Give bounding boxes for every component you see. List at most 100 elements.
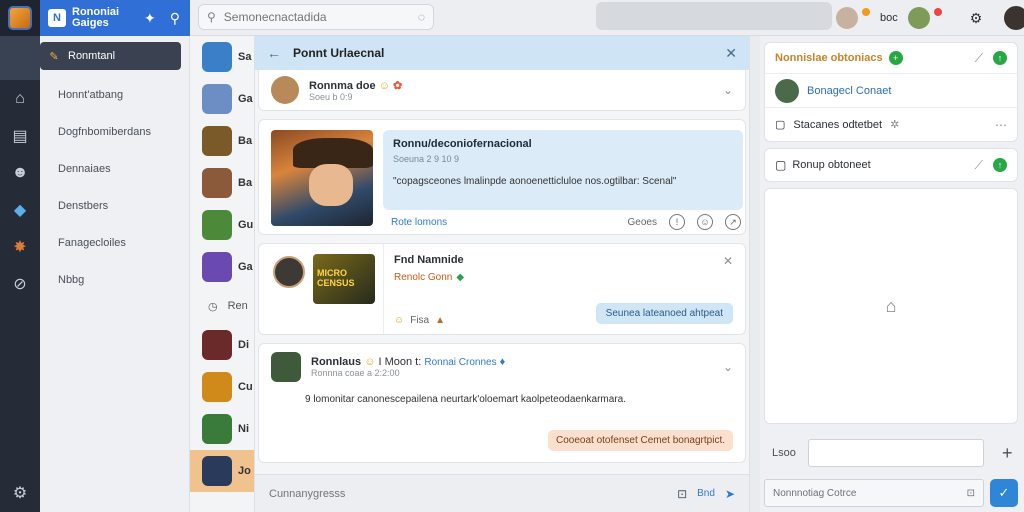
find-subtitle: Renolc Gonn ◆	[394, 272, 465, 283]
search-icon: ⚲	[207, 10, 216, 24]
find-action-button[interactable]: Seunea lateanoed ahtpeat	[595, 303, 733, 324]
rail-list-icon[interactable]: ▤	[0, 117, 40, 154]
bubble-meta: Soeuna 2 9 10 9	[393, 154, 460, 164]
menu-item-3[interactable]: Dennaiaes	[40, 150, 189, 187]
note-input[interactable]: Nonnnotiag Cotrce ⊡	[764, 479, 984, 507]
find-title: Fnd Namnide	[394, 254, 464, 266]
chat-bubble-icon: ⌂	[885, 295, 897, 316]
menu-item-6[interactable]: Nbbg	[40, 261, 189, 298]
bubble-title: Ronnu/deconiofernacional	[393, 138, 532, 150]
menu-item-1[interactable]: Honnt'atbang	[40, 76, 189, 113]
list-item[interactable]: Sa	[190, 36, 254, 78]
find-foot-label: Fisa	[410, 315, 430, 326]
emoji-icon[interactable]: ☺	[697, 214, 713, 230]
left-rail: ⌂ ▤ ☻ ◆ ✸ ⊘ ⚙	[0, 36, 40, 512]
puzzle-icon[interactable]: ✦	[144, 10, 156, 27]
toolbar-strip	[596, 2, 832, 30]
message-bubble: Ronnu/deconiofernacional Soeuna 2 9 10 9…	[383, 130, 743, 210]
list-item[interactable]: Di	[190, 324, 254, 366]
profile-avatar[interactable]	[907, 7, 930, 29]
list-item[interactable]: Jo	[190, 450, 254, 492]
list-item[interactable]: Ni	[190, 408, 254, 450]
post-card: Ronnma doe ☺ ✿ Soeu b 0:9 ⌄	[258, 70, 746, 111]
mic-icon[interactable]: ◌	[418, 10, 425, 24]
rail-bag-icon[interactable]: ⌂	[0, 80, 40, 117]
nav-menu: ✎ Ronmtanl Honnt'atbang Dogfnbomiberdans…	[40, 36, 190, 512]
more-icon[interactable]: ⋯	[995, 118, 1007, 132]
rail-link-icon[interactable]: ⊘	[0, 265, 40, 302]
back-arrow-icon[interactable]: ←	[267, 45, 281, 61]
character-avatar[interactable]	[273, 256, 305, 288]
share-icon[interactable]: ↗	[725, 214, 741, 230]
send-label[interactable]: Bnd	[697, 488, 715, 499]
rail-home[interactable]	[0, 36, 40, 80]
contact-avatar[interactable]	[775, 78, 799, 103]
game-thumbnail[interactable]: MICRO CENSUS	[313, 254, 375, 304]
attach-icon[interactable]: ⊡	[967, 488, 975, 499]
cube-logo-icon	[8, 6, 32, 30]
rail-trophy-icon[interactable]: ✸	[0, 228, 40, 265]
global-search[interactable]: ⚲ ◌	[198, 4, 434, 30]
menu-item-0[interactable]: ✎ Ronmtanl	[40, 42, 181, 70]
pin-icon[interactable]: ⟋	[975, 51, 983, 66]
menu-item-2[interactable]: Dogfnbomiberdans	[40, 113, 189, 150]
contact-link[interactable]: Bonagecl Conaet	[807, 85, 891, 97]
author-avatar[interactable]	[271, 76, 299, 104]
leaf-icon: ◆	[456, 272, 465, 283]
list-item[interactable]: Ba	[190, 120, 254, 162]
add-icon[interactable]: +	[1002, 443, 1013, 464]
input-label: Lsoo	[772, 447, 796, 459]
user-avatar[interactable]	[836, 7, 858, 29]
app-logo[interactable]	[0, 0, 40, 36]
flame-icon: ▲	[435, 315, 446, 326]
puzzle-icon: ✎	[49, 50, 59, 63]
alert-badge	[933, 8, 942, 16]
rail-game-icon[interactable]: ◆	[0, 191, 40, 228]
chevron-down-icon[interactable]: ⌄	[723, 360, 733, 374]
bubble-body: "copagsceones lmalinpde aonoenetticluloe…	[393, 176, 677, 187]
send-button[interactable]: ✓	[990, 479, 1018, 507]
status-icon[interactable]: ↑	[993, 51, 1007, 65]
list-item[interactable]: Ba	[190, 162, 254, 204]
close-icon[interactable]: ✕	[723, 254, 733, 268]
post-action-button[interactable]: Cooeoat otofenset Cemet bonagrtpict.	[548, 430, 733, 451]
character-image[interactable]	[271, 130, 373, 226]
search-input[interactable]	[223, 10, 410, 24]
conversation-list: Sa Ga Ba Ba Gu Ga ◷ Ren Di Cu Ni Jo	[190, 36, 254, 512]
top-bar: N Rononiai Gaiges ✦ ⚲ ⚲ ◌ boc ⚙	[0, 0, 1024, 36]
doc-icon: ▢	[775, 158, 787, 172]
section-header: ◷ Ren	[208, 300, 248, 313]
warning-icon[interactable]: !	[669, 214, 685, 230]
brand-mark-icon: N	[48, 9, 66, 27]
reply-link[interactable]: Rote lomons	[391, 217, 447, 228]
list-item[interactable]: Ga	[190, 78, 254, 120]
detail-input[interactable]	[808, 439, 984, 467]
settings-icon[interactable]: ⚙	[970, 10, 983, 27]
search-icon[interactable]: ⚲	[170, 10, 180, 27]
card-row-label: Stacanes odtetbet	[793, 118, 883, 131]
pin-icon[interactable]: ⟋	[975, 158, 983, 173]
attach-icon[interactable]: ⊡	[677, 487, 687, 501]
message-input[interactable]	[269, 487, 668, 500]
menu-item-5[interactable]: Fanagecloiles	[40, 224, 189, 261]
gear-icon: ✲	[890, 119, 900, 131]
author-avatar[interactable]	[271, 352, 301, 382]
post-timestamp: Ronnna coae a 2:2:00	[311, 368, 400, 378]
send-icon[interactable]: ➤	[725, 487, 735, 501]
status-icon[interactable]: ↑	[993, 158, 1007, 172]
menu-item-4[interactable]: Denstbers	[40, 187, 189, 224]
list-item[interactable]: Gu	[190, 204, 254, 246]
list-item[interactable]: Cu	[190, 366, 254, 408]
post-card-2: Ronnlaus ☺ I Moon t: Ronnai Cronnes ♦ Ro…	[258, 343, 746, 463]
list-item[interactable]: Ga	[190, 246, 254, 288]
rail-people-icon[interactable]: ☻	[0, 154, 40, 191]
close-icon[interactable]: ✕	[725, 45, 737, 62]
action-label[interactable]: Geoes	[628, 217, 657, 228]
thread-title: Ponnt Urlaecnal	[293, 46, 385, 60]
find-card: MICRO CENSUS Fnd Namnide Renolc Gonn ◆ ✕ …	[258, 243, 746, 335]
check-icon: +	[888, 51, 903, 65]
chevron-down-icon[interactable]: ⌄	[723, 83, 733, 97]
account-avatar[interactable]	[1004, 6, 1024, 30]
rail-settings-icon[interactable]: ⚙	[0, 478, 40, 508]
brand-header: N Rononiai Gaiges ✦ ⚲	[40, 0, 190, 36]
